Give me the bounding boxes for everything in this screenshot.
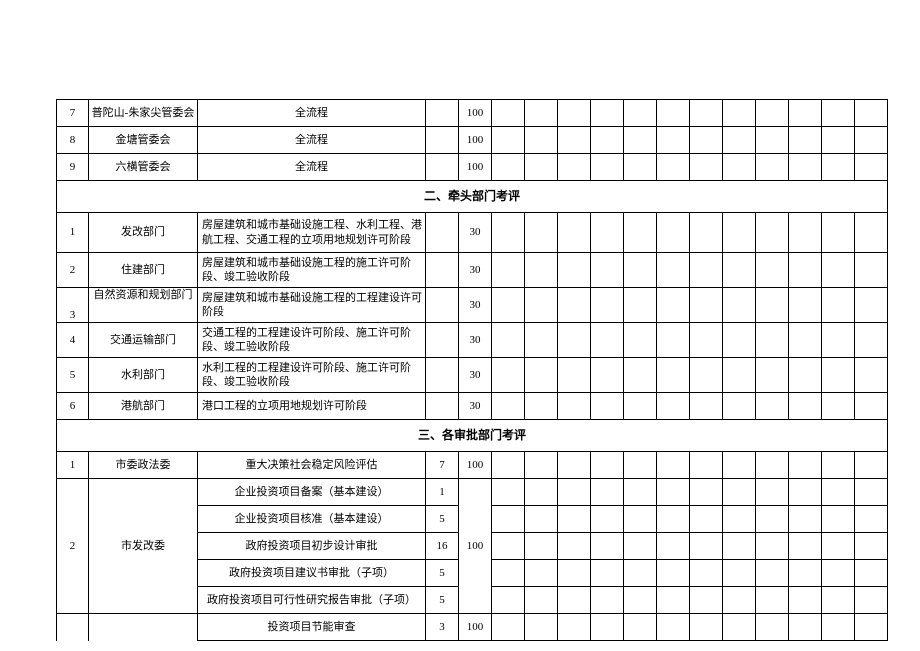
value: 16	[426, 533, 459, 560]
description: 房屋建筑和城市基础设施工程、水利工程、港航工程、交通工程的立项用地规划许可阶段	[198, 213, 426, 253]
value: 5	[426, 506, 459, 533]
description: 投资项目节能审查	[198, 614, 426, 641]
table-row: 9 六横管委会 全流程 100	[57, 154, 888, 181]
table-row: 1 发改部门 房屋建筑和城市基础设施工程、水利工程、港航工程、交通工程的立项用地…	[57, 213, 888, 253]
org-name: 发改部门	[89, 213, 198, 253]
score: 100	[459, 127, 492, 154]
description: 政府投资项目建议书审批（子项）	[198, 560, 426, 587]
table-row: 4 交通运输部门 交通工程的工程建设许可阶段、施工许可阶段、竣工验收阶段 30	[57, 323, 888, 358]
score: 100	[459, 479, 492, 614]
row-num: 5	[57, 358, 89, 393]
evaluation-table: 7 普陀山-朱家尖管委会 全流程 100 8 金塘管委会 全流程 100 9 六…	[56, 99, 888, 641]
score: 30	[459, 288, 492, 323]
row-num: 4	[57, 323, 89, 358]
org-name: 六横管委会	[89, 154, 198, 181]
value: 5	[426, 560, 459, 587]
section-2-title: 二、牵头部门考评	[57, 181, 888, 213]
row-num: 1	[57, 213, 89, 253]
org-name: 市发改委	[89, 479, 198, 614]
cell	[426, 100, 459, 127]
section-header-row: 三、各审批部门考评	[57, 420, 888, 452]
row-num: 2	[57, 253, 89, 288]
row-num: 7	[57, 100, 89, 127]
description: 企业投资项目核准（基本建设）	[198, 506, 426, 533]
process: 全流程	[198, 100, 426, 127]
score: 100	[459, 154, 492, 181]
description: 政府投资项目初步设计审批	[198, 533, 426, 560]
value: 1	[426, 479, 459, 506]
row-num: 6	[57, 393, 89, 420]
table-row: 3 自然资源和规划部门 房屋建筑和城市基础设施工程的工程建设许可阶段 30	[57, 288, 888, 323]
value: 7	[426, 452, 459, 479]
score: 100	[459, 614, 492, 641]
score: 30	[459, 358, 492, 393]
org-name: 港航部门	[89, 393, 198, 420]
score: 30	[459, 213, 492, 253]
table-row: 1 市委政法委 重大决策社会稳定风险评估 7 100	[57, 452, 888, 479]
description: 港口工程的立项用地规划许可阶段	[198, 393, 426, 420]
org-name: 市委政法委	[89, 452, 198, 479]
section-3-title: 三、各审批部门考评	[57, 420, 888, 452]
value: 5	[426, 587, 459, 614]
description: 企业投资项目备案（基本建设）	[198, 479, 426, 506]
score: 30	[459, 253, 492, 288]
row-num: 1	[57, 452, 89, 479]
description: 水利工程的工程建设许可阶段、施工许可阶段、竣工验收阶段	[198, 358, 426, 393]
row-num: 9	[57, 154, 89, 181]
cell	[89, 614, 198, 641]
section-header-row: 二、牵头部门考评	[57, 181, 888, 213]
org-name: 住建部门	[89, 253, 198, 288]
score: 100	[459, 452, 492, 479]
score: 30	[459, 393, 492, 420]
org-name: 水利部门	[89, 358, 198, 393]
score: 100	[459, 100, 492, 127]
cell	[57, 614, 89, 641]
table-row: 投资项目节能审查 3 100	[57, 614, 888, 641]
description: 交通工程的工程建设许可阶段、施工许可阶段、竣工验收阶段	[198, 323, 426, 358]
process: 全流程	[198, 154, 426, 181]
table-row: 5 水利部门 水利工程的工程建设许可阶段、施工许可阶段、竣工验收阶段 30	[57, 358, 888, 393]
table-row: 2 住建部门 房屋建筑和城市基础设施工程的施工许可阶段、竣工验收阶段 30	[57, 253, 888, 288]
process: 全流程	[198, 127, 426, 154]
org-name: 交通运输部门	[89, 323, 198, 358]
value: 3	[426, 614, 459, 641]
description: 政府投资项目可行性研究报告审批（子项）	[198, 587, 426, 614]
org-name: 普陀山-朱家尖管委会	[89, 100, 198, 127]
description: 房屋建筑和城市基础设施工程的施工许可阶段、竣工验收阶段	[198, 253, 426, 288]
org-name: 金塘管委会	[89, 127, 198, 154]
table-row: 6 港航部门 港口工程的立项用地规划许可阶段 30	[57, 393, 888, 420]
org-name: 自然资源和规划部门	[89, 288, 198, 323]
table-row: 7 普陀山-朱家尖管委会 全流程 100	[57, 100, 888, 127]
table-row: 2 市发改委 企业投资项目备案（基本建设） 1 100	[57, 479, 888, 506]
description: 房屋建筑和城市基础设施工程的工程建设许可阶段	[198, 288, 426, 323]
row-num: 8	[57, 127, 89, 154]
description: 重大决策社会稳定风险评估	[198, 452, 426, 479]
row-num: 2	[57, 479, 89, 614]
table-row: 8 金塘管委会 全流程 100	[57, 127, 888, 154]
score: 30	[459, 323, 492, 358]
row-num: 3	[57, 288, 89, 323]
